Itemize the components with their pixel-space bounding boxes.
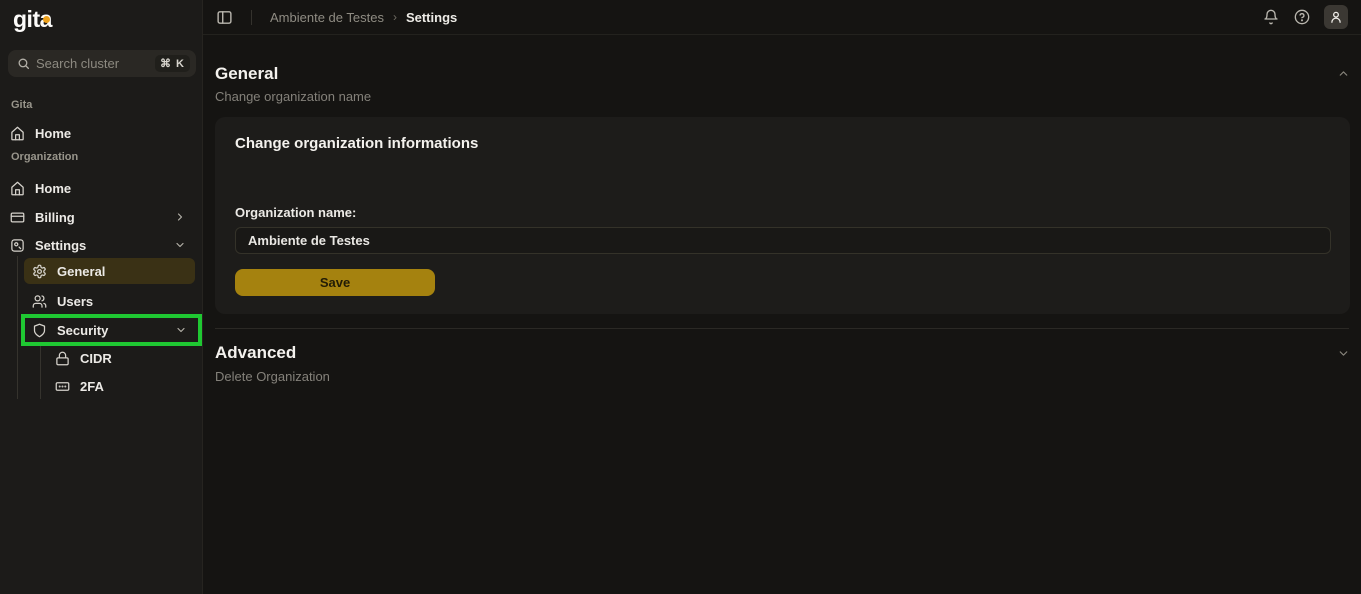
sidebar-item-general[interactable]: General	[24, 258, 195, 284]
settings-submenu-indent-line	[17, 256, 18, 399]
chevron-right-icon	[174, 211, 186, 223]
breadcrumb-separator-icon: ›	[393, 10, 397, 24]
topbar-divider	[251, 10, 252, 25]
user-icon	[1329, 10, 1343, 24]
chevron-down-icon	[175, 324, 187, 336]
credit-card-icon	[10, 210, 25, 225]
sidebar-item-cidr[interactable]: CIDR	[47, 345, 195, 371]
sidebar-item-label: Home	[35, 181, 71, 196]
app-logo: gita	[13, 6, 52, 33]
sidebar-toggle-icon[interactable]	[216, 9, 233, 26]
sidebar-item-home-gita[interactable]: Home	[10, 120, 194, 146]
organization-name-label: Organization name:	[235, 205, 356, 220]
sidebar-item-users[interactable]: Users	[24, 288, 195, 314]
shield-icon	[32, 323, 47, 338]
sidebar-item-label: General	[57, 264, 105, 279]
sidebar-item-billing[interactable]: Billing	[10, 204, 194, 230]
save-button[interactable]: Save	[235, 269, 435, 296]
search-input[interactable]	[36, 56, 149, 71]
sidebar-item-label: Billing	[35, 210, 75, 225]
sidebar: gita ⌘ K Gita Home Organization Home Bil…	[0, 0, 203, 594]
organization-name-input[interactable]	[235, 227, 1331, 254]
lock-icon	[55, 351, 70, 366]
passcode-icon	[55, 379, 70, 394]
breadcrumb: Ambiente de Testes › Settings	[270, 10, 457, 25]
advanced-section-expand-icon[interactable]	[1337, 347, 1350, 360]
sidebar-item-label: Users	[57, 294, 93, 309]
sidebar-group-organization: Organization	[11, 151, 78, 163]
settings-icon	[10, 238, 25, 253]
sidebar-item-home-org[interactable]: Home	[10, 175, 194, 201]
general-section-collapse-icon[interactable]	[1337, 67, 1350, 80]
chevron-down-icon	[174, 239, 186, 251]
home-icon	[10, 126, 25, 141]
help-icon[interactable]	[1294, 9, 1310, 25]
sidebar-item-label: 2FA	[80, 379, 104, 394]
breadcrumb-current: Settings	[406, 10, 457, 25]
card-title: Change organization informations	[235, 135, 478, 152]
search-icon	[17, 57, 30, 70]
sidebar-item-security[interactable]: Security	[24, 317, 195, 343]
advanced-section-title: Advanced	[215, 343, 296, 363]
sidebar-item-label: Home	[35, 126, 71, 141]
sidebar-item-label: CIDR	[80, 351, 112, 366]
home-icon	[10, 181, 25, 196]
sidebar-item-label: Settings	[35, 238, 86, 253]
users-icon	[32, 294, 47, 309]
user-menu-button[interactable]	[1324, 5, 1348, 29]
gear-icon	[32, 264, 47, 279]
sidebar-item-settings[interactable]: Settings	[10, 232, 194, 258]
top-bar: Ambiente de Testes › Settings	[203, 0, 1361, 35]
security-submenu-indent-line	[40, 344, 41, 399]
general-section-title: General	[215, 64, 278, 84]
organization-info-card: Change organization informations Organiz…	[215, 117, 1350, 314]
section-divider	[215, 328, 1349, 329]
breadcrumb-org[interactable]: Ambiente de Testes	[270, 10, 384, 25]
main-content: General Change organization name Change …	[203, 35, 1361, 594]
logo-text-git: git	[13, 6, 40, 32]
sidebar-item-2fa[interactable]: 2FA	[47, 373, 195, 399]
advanced-section-subtitle: Delete Organization	[215, 369, 330, 384]
app-window: gita ⌘ K Gita Home Organization Home Bil…	[0, 0, 1361, 594]
sidebar-item-label: Security	[57, 323, 108, 338]
general-section-subtitle: Change organization name	[215, 89, 371, 104]
search-shortcut-badge: ⌘ K	[155, 55, 190, 72]
sidebar-group-gita: Gita	[11, 99, 32, 111]
notifications-bell-icon[interactable]	[1263, 9, 1279, 25]
search-box[interactable]: ⌘ K	[8, 50, 196, 77]
